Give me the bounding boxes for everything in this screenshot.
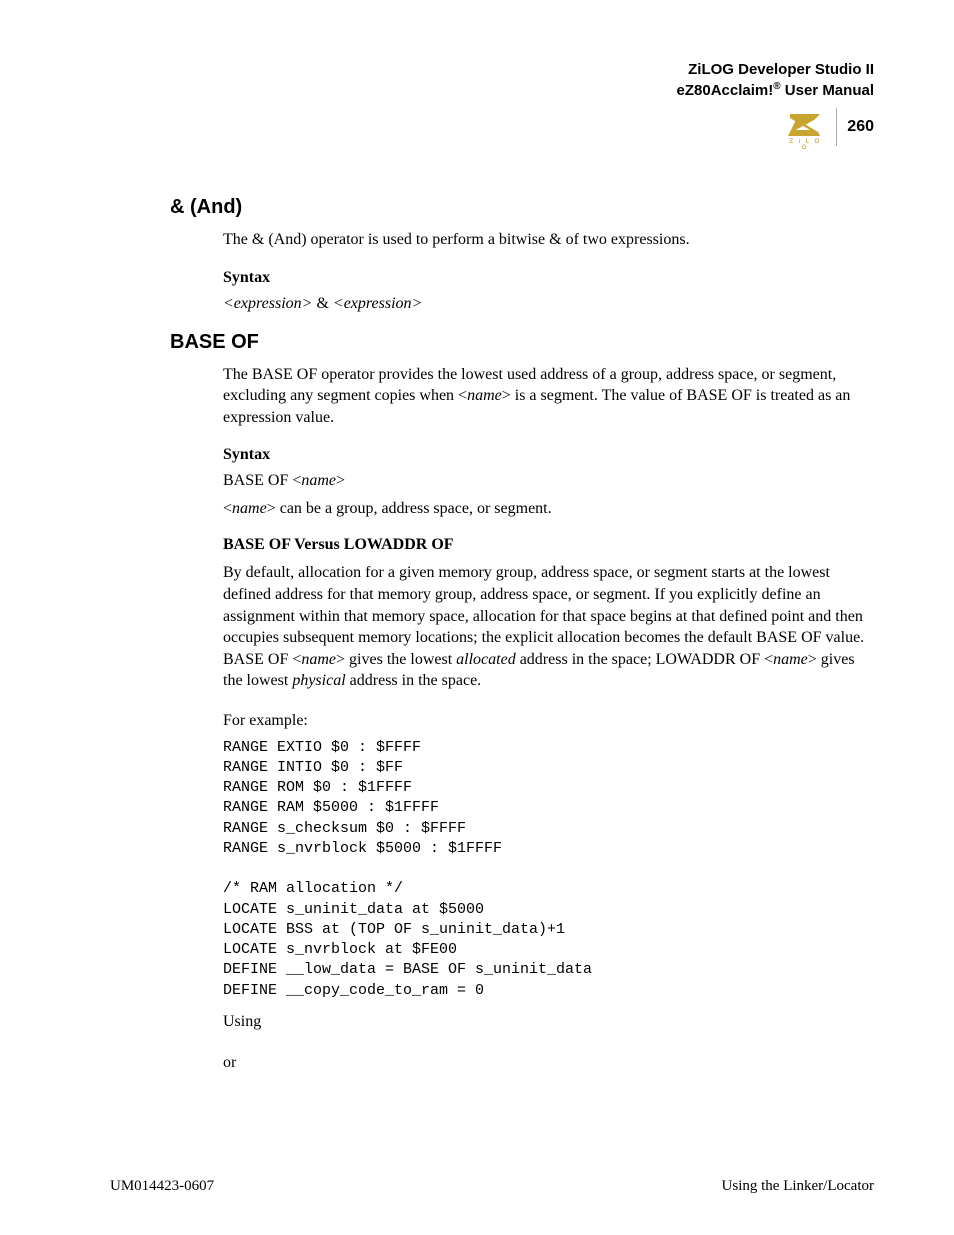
using-text: Using [223, 1011, 874, 1033]
and-syntax-line: <expression> & <expression> [223, 295, 874, 313]
baseof-versus-para: By default, allocation for a given memor… [223, 562, 874, 692]
and-intro: The & (And) operator is used to perform … [223, 229, 874, 251]
section-title-and: & (And) [170, 196, 874, 219]
baseof-syntax-note: <name> can be a group, address space, or… [223, 500, 874, 518]
logo-row: Z i L O G 260 [110, 108, 874, 146]
baseof-syntax-head: Syntax [223, 446, 874, 464]
footer-right: Using the Linker/Locator [722, 1178, 874, 1195]
logo-caption: Z i L O G [784, 139, 826, 151]
page-header: ZiLOG Developer Studio II eZ80Acclaim!® … [110, 60, 874, 100]
baseof-intro: The BASE OF operator provides the lowest… [223, 364, 874, 429]
for-example: For example: [223, 710, 874, 732]
header-divider [836, 108, 837, 146]
page-footer: UM014423-0607 Using the Linker/Locator [110, 1178, 874, 1195]
footer-left: UM014423-0607 [110, 1178, 214, 1195]
and-syntax-head: Syntax [223, 269, 874, 287]
baseof-syntax-line: BASE OF <name> [223, 472, 874, 490]
baseof-versus-head: BASE OF Versus LOWADDR OF [223, 536, 874, 554]
page-number: 260 [847, 118, 874, 136]
section-title-baseof: BASE OF [170, 331, 874, 354]
code-block: RANGE EXTIO $0 : $FFFF RANGE INTIO $0 : … [223, 738, 874, 1001]
header-line2: eZ80Acclaim!® User Manual [110, 80, 874, 101]
page-container: ZiLOG Developer Studio II eZ80Acclaim!® … [0, 0, 954, 1235]
zilog-logo-icon: Z i L O G [784, 110, 826, 145]
or-text: or [223, 1052, 874, 1074]
header-line1: ZiLOG Developer Studio II [110, 60, 874, 80]
